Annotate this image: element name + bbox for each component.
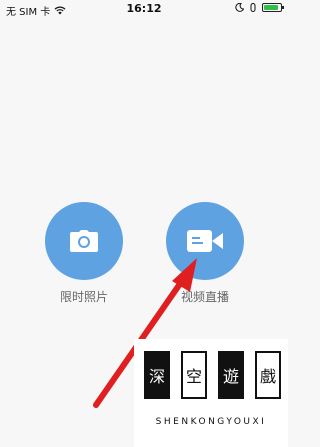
watermark-logo: 深 空 遊 戲 SHENKONGYOUXI — [134, 339, 288, 447]
watermark-chars: 深 空 遊 戲 — [144, 351, 281, 399]
watermark-subtitle: SHENKONGYOUXI — [155, 417, 267, 427]
watermark-char: 空 — [181, 351, 207, 399]
watermark-char: 遊 — [218, 351, 244, 399]
watermark-char: 戲 — [255, 351, 281, 399]
watermark-char: 深 — [144, 351, 170, 399]
